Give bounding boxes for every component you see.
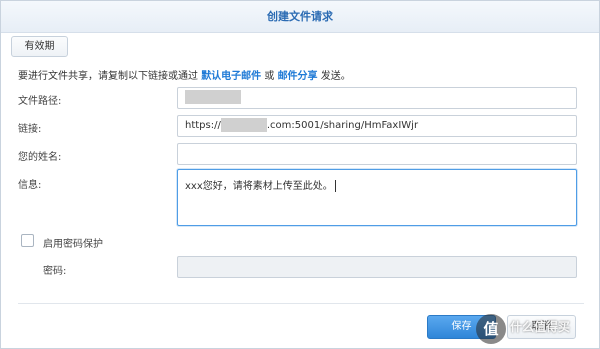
password-protect-checkbox[interactable] — [21, 234, 34, 247]
default-email-link[interactable]: 默认电子邮件 — [201, 71, 261, 82]
link-prefix: https:// — [185, 120, 221, 131]
create-file-request-dialog: 创建文件请求 有效期 要进行文件共享，请复制以下链接或通过 默认电子邮件 或 邮… — [0, 0, 600, 349]
your-name-field[interactable] — [177, 143, 577, 165]
cancel-button[interactable]: 取消 — [507, 315, 576, 339]
link-suffix: .com:5001/sharing/HmFaxIWjr — [266, 120, 419, 131]
password-field[interactable] — [177, 256, 577, 278]
info-middle: 或 — [264, 71, 275, 82]
redacted-path — [185, 90, 241, 104]
footer-separator — [18, 303, 584, 304]
dialog-title: 创建文件请求 — [1, 1, 599, 33]
redacted-domain — [220, 118, 267, 132]
mail-share-link[interactable]: 邮件分享 — [278, 71, 318, 82]
file-path-field[interactable] — [177, 87, 577, 109]
info-suffix: 发送。 — [320, 71, 351, 82]
expiration-button[interactable]: 有效期 — [11, 36, 68, 57]
save-button[interactable]: 保存 — [427, 315, 496, 339]
password-label: 密码: — [43, 266, 67, 277]
link-field[interactable]: https:// .com:5001/sharing/HmFaxIWjr — [177, 115, 577, 137]
your-name-label: 您的姓名: — [18, 152, 62, 163]
message-textarea[interactable]: xxx您好，请将素材上传至此处。 — [177, 169, 577, 226]
message-text: xxx您好，请将素材上传至此处。 — [185, 181, 333, 192]
text-caret — [334, 180, 336, 192]
file-path-label: 文件路径: — [18, 96, 62, 107]
message-label: 信息: — [18, 180, 42, 191]
link-label: 链接: — [18, 124, 42, 135]
info-prefix: 要进行文件共享，请复制以下链接或通过 — [18, 71, 198, 82]
share-info-text: 要进行文件共享，请复制以下链接或通过 默认电子邮件 或 邮件分享 发送。 — [18, 67, 351, 82]
password-protect-label: 启用密码保护 — [43, 239, 103, 250]
